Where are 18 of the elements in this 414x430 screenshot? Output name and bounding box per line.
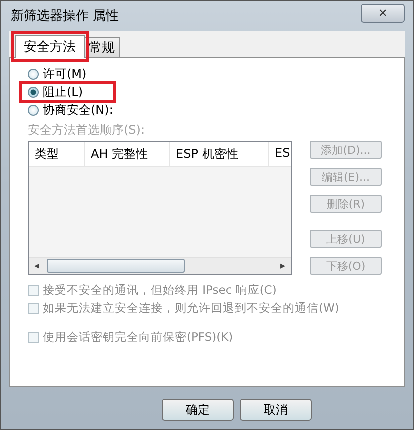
window-title: 新筛选器操作 属性 xyxy=(10,8,120,25)
radio-button[interactable] xyxy=(28,104,39,116)
radio-option[interactable]: 许可(M) xyxy=(28,66,117,82)
scroll-thumb[interactable] xyxy=(47,259,185,273)
list-label: 安全方法首选顺序(S): xyxy=(28,122,146,139)
radio-label: 协商安全(N): xyxy=(43,102,114,118)
radio-button[interactable] xyxy=(28,86,39,98)
checkbox-label: 如果无法建立安全连接，则允许回退到不安全的通信(W) xyxy=(43,301,340,316)
radio-label: 许可(M) xyxy=(43,66,87,82)
radio-option[interactable]: 阻止(L) xyxy=(22,84,114,100)
checkbox-label: 使用会话密钥完全向前保密(PFS)(K) xyxy=(43,330,234,345)
close-button[interactable]: ✕ xyxy=(361,4,405,22)
dialog-button[interactable]: 确定 xyxy=(162,399,234,421)
radio-button[interactable] xyxy=(28,68,39,80)
checkbox-label: 接受不安全的通讯，但始终用 IPsec 响应(C) xyxy=(43,283,277,298)
radio-label: 阻止(L) xyxy=(43,84,84,100)
radio-option[interactable]: 协商安全(N): xyxy=(28,102,144,118)
dialog-button[interactable]: 取消 xyxy=(240,399,312,421)
